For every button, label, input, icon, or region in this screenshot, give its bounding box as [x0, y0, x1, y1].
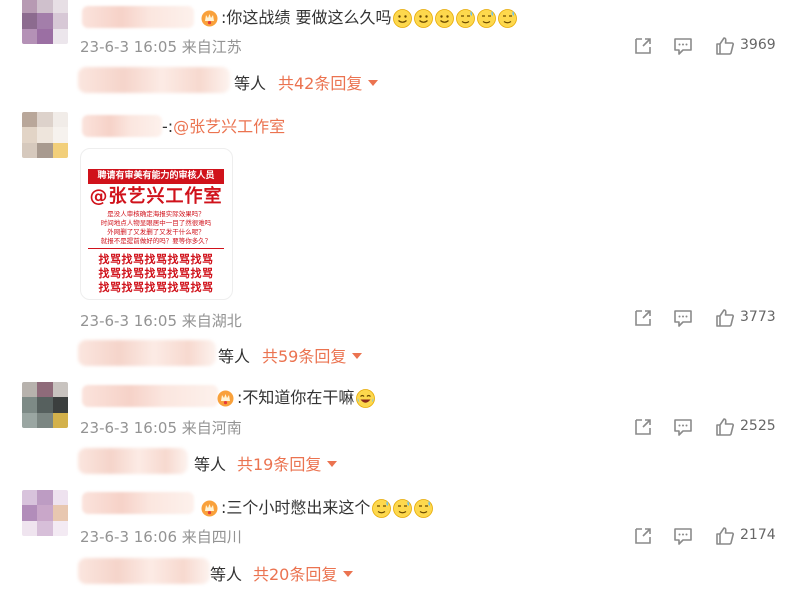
avatar[interactable]	[22, 0, 68, 44]
comment-icon[interactable]	[672, 416, 694, 438]
expand-replies-link[interactable]: 共59条回复	[262, 343, 363, 367]
poster-headline: @张艺兴工作室	[89, 186, 223, 207]
poster-banner: 聘请有审美有能力的审核人员	[88, 169, 224, 184]
comment-text: -: @张艺兴工作室	[162, 116, 285, 138]
comment-meta: 23-6-3 16:06 来自四川	[80, 528, 242, 546]
comment-text: :三个小时憋出来这个	[201, 497, 434, 519]
vip-crown-icon	[201, 500, 218, 516]
share-icon[interactable]	[632, 416, 654, 438]
poster-line: 就报不是提前做好的吗？要等你多久？	[100, 237, 212, 245]
expand-replies-link[interactable]: 共42条回复	[278, 70, 379, 94]
mention-link[interactable]: @张艺兴工作室	[173, 116, 285, 138]
reply-suffix: 等人	[210, 565, 243, 584]
sweat-emoji-icon	[477, 8, 497, 28]
vip-crown-icon	[201, 10, 218, 26]
reply-users-blurred	[78, 340, 216, 366]
share-icon[interactable]	[632, 525, 654, 547]
like-count: 3773	[740, 309, 776, 325]
comment-icon[interactable]	[672, 307, 694, 329]
comment-body: :你这战绩 要做这么久吗	[221, 8, 392, 27]
expand-replies-link[interactable]: 共20条回复	[253, 561, 354, 585]
comment-meta: 23-6-3 16:05 来自河南	[80, 419, 242, 437]
reply-count-label: 共42条回复	[278, 74, 363, 93]
reply-count-label: 共20条回复	[253, 565, 338, 584]
avatar[interactable]	[22, 490, 68, 536]
like-icon[interactable]	[714, 35, 736, 57]
chevron-down-icon	[327, 460, 338, 467]
sweat-emoji-icon	[372, 498, 392, 518]
reply-suffix: 等人	[218, 347, 251, 366]
comment-text: :你这战绩 要做这么久吗	[201, 7, 518, 29]
chevron-down-icon	[343, 570, 354, 577]
vip-crown-icon	[217, 390, 234, 406]
reply-users-blurred	[78, 67, 230, 93]
poster-grid-line: 找骂找骂找骂找骂找骂	[98, 253, 214, 266]
avatar[interactable]	[22, 112, 68, 158]
comment-actions: 2174	[632, 525, 782, 547]
avatar[interactable]	[22, 382, 68, 428]
like-icon[interactable]	[714, 307, 736, 329]
reply-users-blurred	[78, 448, 188, 474]
laugh-emoji-icon	[356, 388, 376, 408]
poster-line: 时间地点人物显眼居中一目了然很难吗	[100, 219, 212, 227]
sweat-emoji-icon	[393, 498, 413, 518]
like-icon[interactable]	[714, 416, 736, 438]
sweat-emoji-icon	[414, 498, 434, 518]
reply-suffix: 等人	[234, 74, 267, 93]
like-count: 3969	[740, 37, 776, 53]
comment-actions: 2525	[632, 416, 782, 438]
comment-body: :不知道你在干嘛	[237, 388, 355, 407]
comment-body: :三个小时憋出来这个	[221, 498, 371, 517]
comment-body: -:	[162, 117, 174, 136]
expand-replies-link[interactable]: 共19条回复	[237, 451, 338, 475]
share-icon[interactable]	[632, 307, 654, 329]
poster-grid-line: 找骂找骂找骂找骂找骂	[98, 281, 214, 294]
reply-count-label: 共59条回复	[262, 347, 347, 366]
comment-text: :不知道你在干嘛	[217, 387, 376, 409]
reply-suffix: 等人	[194, 455, 227, 474]
comment-meta: 23-6-3 16:05 来自湖北	[80, 312, 242, 330]
sweat-emoji-icon	[498, 8, 518, 28]
smile-emoji-icon	[414, 8, 434, 28]
like-count: 2174	[740, 527, 776, 543]
smile-emoji-icon	[393, 8, 413, 28]
like-icon[interactable]	[714, 525, 736, 547]
like-count: 2525	[740, 418, 776, 434]
username-blurred[interactable]	[82, 492, 194, 514]
reply-count-label: 共19条回复	[237, 455, 322, 474]
poster-line: 外网删了又发删了又发干什么呢？	[107, 228, 205, 236]
comment-icon[interactable]	[672, 525, 694, 547]
comment-meta: 23-6-3 16:05 来自江苏	[80, 38, 242, 56]
username-blurred[interactable]	[82, 115, 162, 137]
comment-actions: 3773	[632, 307, 782, 329]
chevron-down-icon	[368, 79, 379, 86]
reply-users-blurred	[78, 558, 210, 584]
comment-actions: 3969	[632, 35, 782, 57]
sweat-emoji-icon	[456, 8, 476, 28]
smile-emoji-icon	[435, 8, 455, 28]
poster-line: 是没人审核确定海报实际效果吗？	[107, 210, 205, 218]
share-icon[interactable]	[632, 35, 654, 57]
comment-image[interactable]: 聘请有审美有能力的审核人员 @张艺兴工作室 是没人审核确定海报实际效果吗？ 时间…	[80, 148, 233, 300]
comment-icon[interactable]	[672, 35, 694, 57]
chevron-down-icon	[352, 352, 363, 359]
poster-grid-line: 找骂找骂找骂找骂找骂	[98, 267, 214, 280]
username-blurred[interactable]	[82, 385, 218, 407]
username-blurred[interactable]	[82, 6, 194, 28]
